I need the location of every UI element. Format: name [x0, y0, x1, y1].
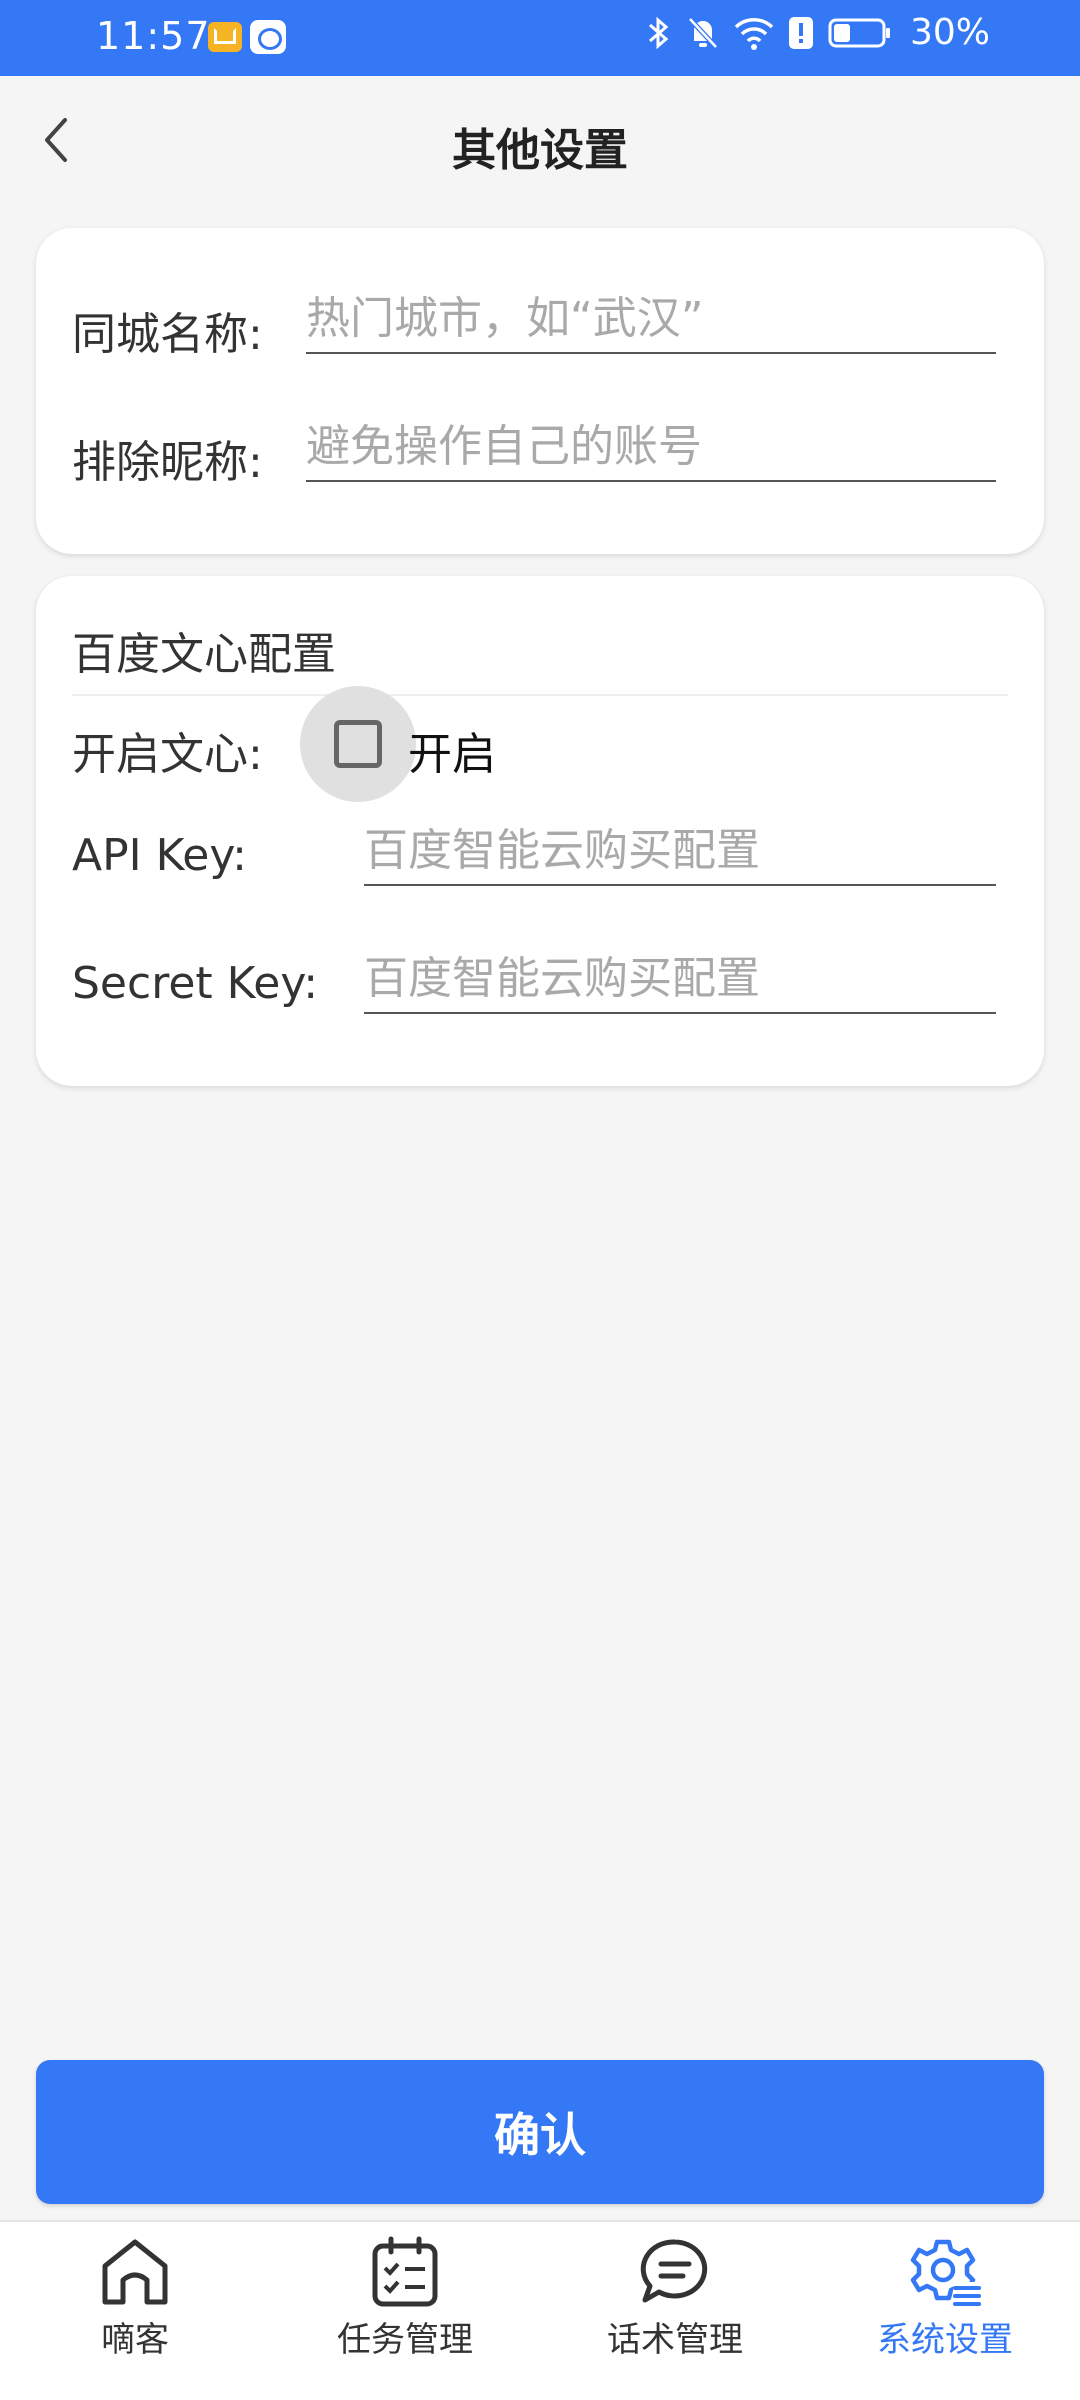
mail-notification-icon	[208, 22, 242, 52]
wifi-icon	[734, 17, 774, 50]
section-divider	[72, 694, 1008, 696]
home-icon	[102, 2239, 168, 2305]
city-name-label: 同城名称:	[72, 309, 263, 360]
battery-icon	[828, 18, 890, 47]
page-title: 其他设置	[452, 125, 628, 176]
secret-key-label: Secret Key:	[72, 958, 319, 1009]
chat-notification-icon	[250, 20, 286, 54]
wenxin-config-card: 百度文心配置 开启文心: 开启 API Key: Secret Key:	[36, 576, 1044, 1086]
enable-wenxin-checkbox[interactable]	[334, 720, 382, 768]
tab-label: 话术管理	[607, 2320, 743, 2360]
tab-system-settings[interactable]: 系统设置	[810, 2222, 1080, 2400]
tab-home[interactable]: 嘀客	[0, 2222, 270, 2400]
confirm-button[interactable]: 确认	[36, 2060, 1044, 2204]
status-bar: 11:57 30%	[0, 0, 1080, 76]
enable-wenxin-label: 开启文心:	[72, 729, 263, 780]
tab-script-management[interactable]: 话术管理	[540, 2222, 810, 2400]
alert-icon	[788, 16, 813, 49]
secret-key-input[interactable]	[364, 944, 996, 1014]
bottom-tab-bar: 嘀客 任务管理 话术管理 系统设置	[0, 2220, 1080, 2400]
section-title: 百度文心配置	[72, 629, 336, 680]
bluetooth-icon	[648, 16, 669, 49]
settings-gear-icon	[910, 2239, 981, 2306]
city-name-input[interactable]	[306, 284, 996, 354]
task-calendar-icon	[372, 2236, 438, 2307]
tab-label: 系统设置	[877, 2320, 1013, 2360]
speech-bubble-icon	[640, 2239, 708, 2303]
exclude-nickname-label: 排除昵称:	[72, 437, 263, 488]
tab-task-management[interactable]: 任务管理	[270, 2222, 540, 2400]
api-key-input[interactable]	[364, 816, 996, 886]
status-time: 11:57	[96, 14, 211, 58]
status-icons: 30%	[646, 12, 990, 53]
enable-wenxin-checkbox-label[interactable]: 开启	[408, 718, 496, 782]
exclude-nickname-input[interactable]	[306, 412, 996, 482]
tab-label: 嘀客	[101, 2320, 169, 2360]
bell-off-icon	[688, 16, 718, 49]
basic-settings-card: 同城名称: 排除昵称:	[36, 228, 1044, 554]
nav-header: 其他设置	[0, 76, 1080, 206]
tab-label: 任务管理	[337, 2320, 473, 2360]
api-key-label: API Key:	[72, 830, 247, 881]
battery-percentage: 30%	[909, 12, 990, 53]
